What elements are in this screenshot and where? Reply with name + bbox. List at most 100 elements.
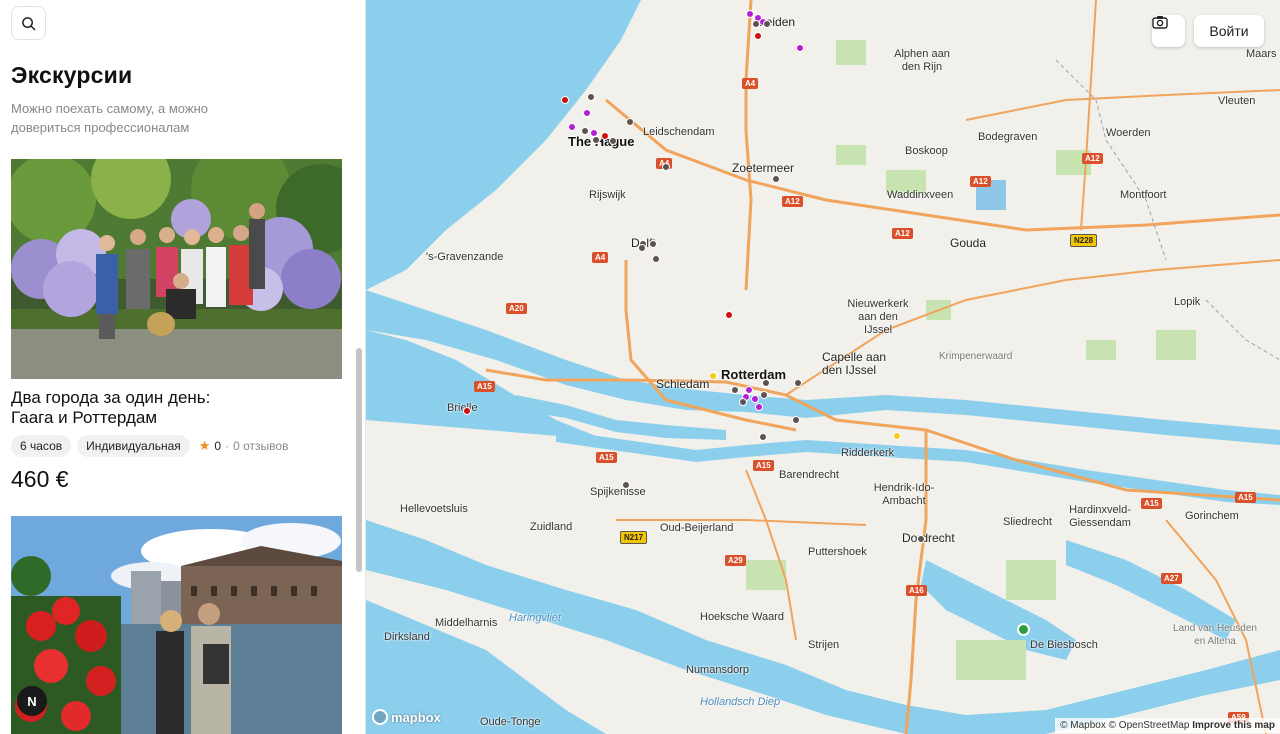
- map-label-hellevoetsluis: Hellevoetsluis: [400, 503, 468, 515]
- map-pin[interactable]: [581, 127, 589, 135]
- map-pin[interactable]: [587, 93, 595, 101]
- search-button[interactable]: [11, 6, 46, 40]
- type-tag: Индивидуальная: [77, 435, 190, 457]
- map-label-bodegraven: Bodegraven: [978, 131, 1038, 143]
- map-label-land-heusden: Land van Heusden en Altena: [1173, 623, 1257, 647]
- road-shield: A15: [596, 452, 617, 463]
- map-pin[interactable]: [917, 535, 925, 543]
- road-shield: A12: [1082, 153, 1103, 164]
- map-pin[interactable]: [754, 32, 762, 40]
- mapbox-logo[interactable]: mapbox: [372, 709, 441, 725]
- map-pin[interactable]: [762, 379, 770, 387]
- map-pin[interactable]: [794, 379, 802, 387]
- map-pin[interactable]: [772, 175, 780, 183]
- mapbox-logo-icon: [372, 709, 388, 725]
- tour-title[interactable]: Два города за один день: Гаага и Роттерд…: [11, 388, 211, 428]
- road-shield: A12: [782, 196, 803, 207]
- separator-dot: ·: [225, 439, 230, 453]
- park-icon: [1017, 623, 1030, 636]
- login-button[interactable]: Войти: [1194, 15, 1264, 47]
- map-pin[interactable]: [746, 10, 754, 18]
- tour-card[interactable]: Два города за один день: Гаага и Роттерд…: [11, 159, 342, 493]
- road-shield: A27: [1161, 573, 1182, 584]
- road-shield: A4: [592, 252, 609, 263]
- map-label-hoeksche-waard: Hoeksche Waard: [700, 611, 784, 623]
- map-pin[interactable]: [649, 240, 657, 248]
- map-label-sliedrecht: Sliedrecht: [1003, 516, 1052, 528]
- map-pin[interactable]: [792, 416, 800, 424]
- map-pin[interactable]: [626, 118, 634, 126]
- road-shield: N217: [620, 531, 648, 544]
- map-label-hendrik: Hendrik-Ido-Ambacht: [873, 482, 935, 507]
- map-label-vleuten: Vleuten: [1218, 95, 1256, 107]
- map-pin[interactable]: [583, 109, 591, 117]
- road-shield: A15: [474, 381, 495, 392]
- map-pin[interactable]: [561, 96, 569, 104]
- road-shield: A12: [892, 228, 913, 239]
- map-label-strijen: Strijen: [808, 639, 840, 651]
- tour-tags: 6 часов Индивидуальная ★ 0 · 0 отзывов: [11, 435, 342, 457]
- attribution-improve[interactable]: Improve this map: [1192, 720, 1275, 731]
- map-pin[interactable]: [751, 395, 759, 403]
- map-pin[interactable]: [739, 398, 747, 406]
- road-shield: A20: [506, 303, 527, 314]
- tour-photo[interactable]: [11, 516, 342, 734]
- map-pin[interactable]: [652, 255, 660, 263]
- map-pin[interactable]: [638, 244, 646, 252]
- map-pin[interactable]: [609, 137, 617, 145]
- map-label-krimpenerwaard: Krimpenerwaard: [939, 351, 1013, 362]
- map-pin[interactable]: [709, 372, 717, 380]
- page-subtitle: Можно поехать самому, а можно довериться…: [11, 101, 208, 135]
- map-pin[interactable]: [893, 432, 901, 440]
- map-pin[interactable]: [662, 163, 670, 171]
- tour-photo[interactable]: [11, 159, 342, 379]
- map-pin[interactable]: [760, 391, 768, 399]
- map-label-rijswijk: Rijswijk: [589, 189, 626, 201]
- map-label-brielle: Brielle: [447, 402, 478, 414]
- app-badge[interactable]: N: [17, 686, 47, 716]
- map-pin[interactable]: [752, 20, 760, 28]
- map-pin[interactable]: [725, 311, 733, 319]
- map-label-nieuwerkerk: Nieuwerkerk aan den IJssel: [847, 298, 909, 336]
- map-label-waddinxveen: Waddinxveen: [887, 189, 954, 201]
- map-label-dirksland: Dirksland: [384, 631, 430, 643]
- map-label-oude-tonge: Oude-Tonge: [480, 716, 541, 728]
- map-pin[interactable]: [796, 44, 804, 52]
- map-attribution: © Mapbox © OpenStreetMap Improve this ma…: [1055, 718, 1280, 733]
- road-shield: A16: [906, 585, 927, 596]
- map[interactable]: A4 A4 A4 A12 A12 A12 A12 A20 A15 A15 A15…: [366, 0, 1280, 734]
- rating-value: 0: [214, 439, 222, 453]
- duration-tag: 6 часов: [11, 435, 72, 457]
- map-label-lopik: Lopik: [1174, 296, 1201, 308]
- map-label-capelle: Capelle aan den IJssel: [822, 350, 887, 377]
- map-label-leidschendam: Leidschendam: [643, 126, 715, 138]
- scrollbar-thumb[interactable]: [356, 348, 362, 572]
- map-pin[interactable]: [592, 136, 600, 144]
- reviews-count: 0 отзывов: [233, 439, 289, 453]
- map-pin[interactable]: [763, 20, 771, 28]
- map-pin[interactable]: [622, 481, 630, 489]
- tour-card[interactable]: [11, 516, 342, 734]
- road-shield: A4: [742, 78, 759, 89]
- map-pin[interactable]: [463, 407, 471, 415]
- map-label-zoetermeer: Zoetermeer: [732, 161, 795, 175]
- map-label-barendrecht: Barendrecht: [779, 469, 839, 481]
- map-label-boskoop: Boskoop: [905, 145, 948, 157]
- page-title: Экскурсии: [11, 62, 133, 88]
- road-shield: A29: [725, 555, 746, 566]
- map-label-montfoort: Montfoort: [1120, 189, 1167, 201]
- attribution-mapbox[interactable]: © Mapbox: [1060, 720, 1106, 731]
- map-label-puttershoek: Puttershoek: [808, 546, 867, 558]
- attribution-osm[interactable]: © OpenStreetMap: [1109, 720, 1190, 731]
- map-pin[interactable]: [731, 386, 739, 394]
- map-label-gravenzande: 's-Gravenzande: [426, 251, 504, 263]
- map-label-alphen: Alphen aan den Rijn: [894, 48, 950, 73]
- map-label-spijkenisse: Spijkenisse: [590, 486, 646, 498]
- camera-icon: [1152, 16, 1168, 29]
- map-pin[interactable]: [755, 403, 763, 411]
- map-pin[interactable]: [759, 433, 767, 441]
- search-icon: [22, 16, 36, 30]
- camera-button[interactable]: [1152, 15, 1185, 47]
- map-pin[interactable]: [568, 123, 576, 131]
- map-pin[interactable]: [601, 132, 609, 140]
